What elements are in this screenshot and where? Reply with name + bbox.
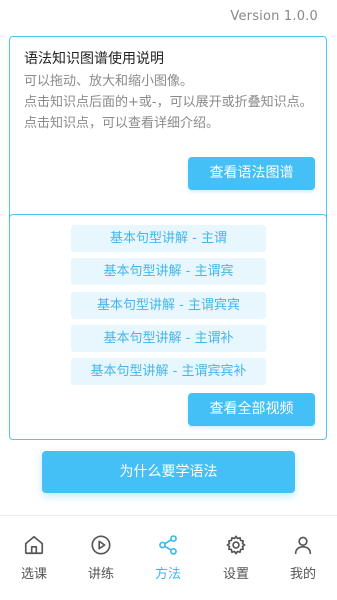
usage-instructions-card: 语法知识图谱使用说明 可以拖动、放大和缩小图像。 点击知识点后面的+或-，可以展… bbox=[9, 36, 327, 232]
bottom-tab-bar: 选课 讲练 方法 设置 我的 bbox=[0, 515, 337, 600]
intro-body: 可以拖动、放大和缩小图像。 点击知识点后面的+或-，可以展开或折叠知识点。 点击… bbox=[24, 71, 316, 134]
lesson-item-svo-4[interactable]: 基本句型讲解 - 主谓补 bbox=[71, 325, 266, 352]
tab-methods-label: 方法 bbox=[154, 567, 181, 582]
lesson-item-svo-2[interactable]: 基本句型讲解 - 主谓宾 bbox=[71, 258, 266, 285]
home-icon bbox=[24, 535, 44, 555]
lesson-item-svo-3[interactable]: 基本句型讲解 - 主谓宾宾 bbox=[71, 292, 266, 319]
lesson-item-svo-1[interactable]: 基本句型讲解 - 主谓 bbox=[71, 225, 266, 252]
tab-courses-label: 选课 bbox=[20, 567, 47, 582]
tab-profile-label: 我的 bbox=[289, 567, 316, 582]
user-icon bbox=[294, 536, 312, 555]
gear-icon bbox=[226, 535, 246, 555]
why-learn-grammar-button[interactable]: 为什么要学语法 bbox=[42, 451, 295, 493]
view-grammar-map-button[interactable]: 查看语法图谱 bbox=[188, 157, 315, 190]
tab-settings-label: 设置 bbox=[222, 567, 249, 582]
share-icon bbox=[159, 535, 177, 555]
tab-practice-label: 讲练 bbox=[87, 567, 114, 582]
intro-line: 点击知识点，可以查看详细介绍。 bbox=[24, 116, 220, 131]
tab-settings[interactable]: 设置 bbox=[211, 534, 261, 590]
intro-line: 可以拖动、放大和缩小图像。 bbox=[24, 74, 194, 89]
intro-title: 语法知识图谱使用说明 bbox=[24, 51, 164, 67]
play-icon bbox=[91, 535, 111, 555]
lesson-item-svo-5[interactable]: 基本句型讲解 - 主谓宾宾补 bbox=[71, 358, 266, 385]
intro-line: 点击知识点后面的+或-，可以展开或折叠知识点。 bbox=[24, 95, 313, 110]
lessons-card: 基本句型讲解 - 主谓 基本句型讲解 - 主谓宾 基本句型讲解 - 主谓宾宾 基… bbox=[9, 214, 327, 440]
version-label: Version 1.0.0 bbox=[230, 9, 318, 24]
tab-profile[interactable]: 我的 bbox=[278, 534, 328, 590]
tab-courses[interactable]: 选课 bbox=[9, 534, 59, 590]
view-all-videos-button[interactable]: 查看全部视频 bbox=[188, 393, 315, 426]
tab-methods[interactable]: 方法 bbox=[143, 534, 193, 590]
tab-practice[interactable]: 讲练 bbox=[76, 534, 126, 590]
